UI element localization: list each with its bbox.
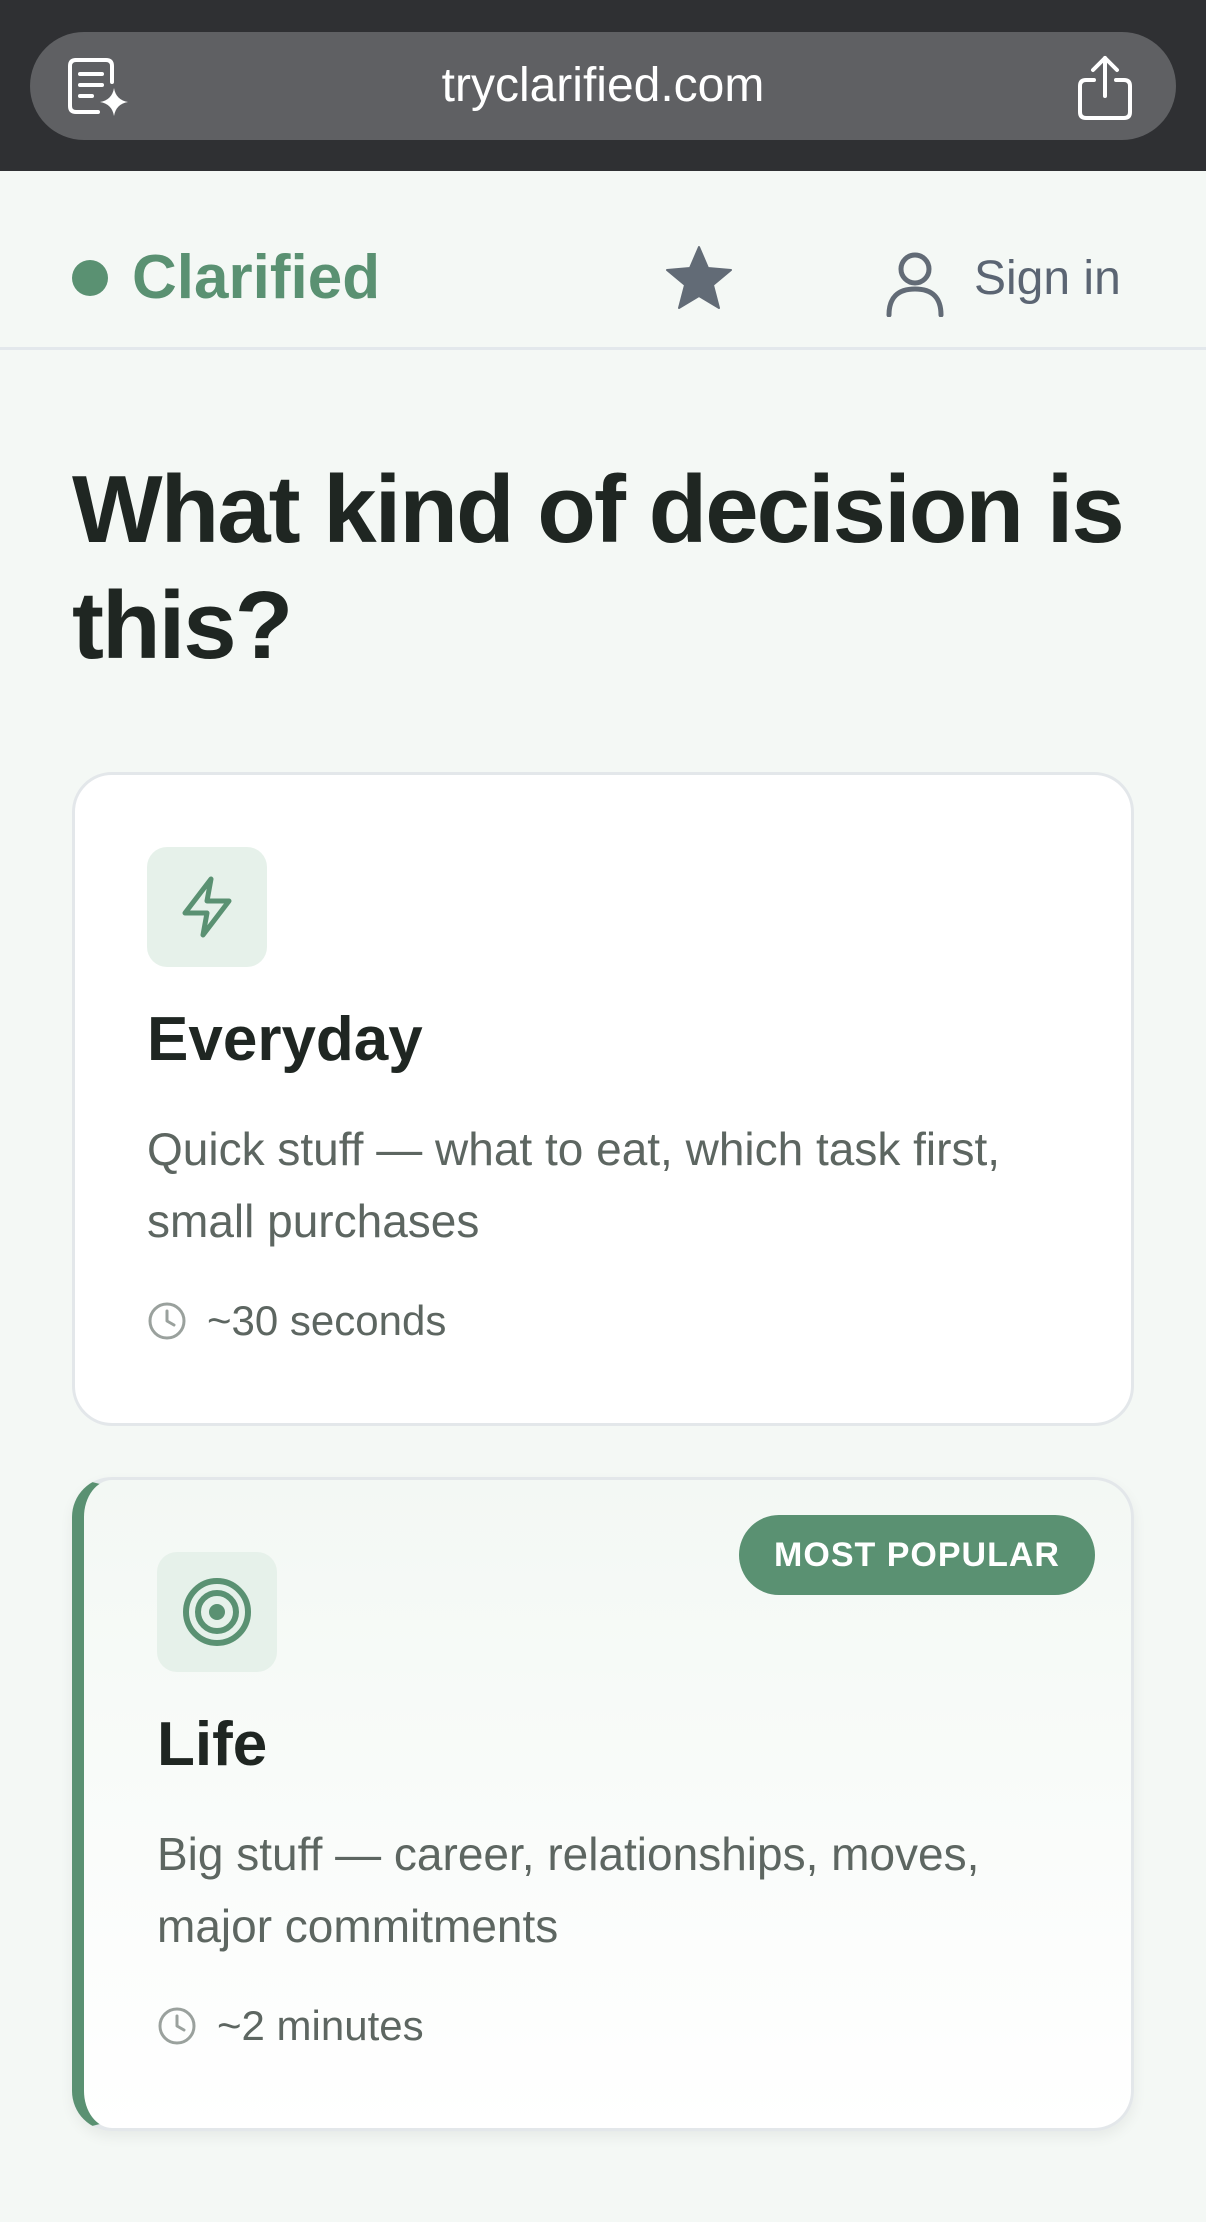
lightning-icon bbox=[182, 876, 232, 938]
duration-text: ~30 seconds bbox=[207, 1297, 447, 1344]
card-description: Quick stuff — what to eat, which task fi… bbox=[147, 1123, 1001, 1247]
user-icon[interactable] bbox=[884, 251, 946, 317]
card-title: Life bbox=[157, 1710, 268, 1779]
browser-toolbar: tryclarified.com bbox=[0, 0, 1206, 171]
clock-icon bbox=[148, 1302, 186, 1340]
share-icon[interactable] bbox=[1076, 54, 1134, 120]
site-header: Clarified Sign in bbox=[0, 171, 1206, 350]
duration-text: ~2 minutes bbox=[217, 2002, 424, 2049]
card-icon-box bbox=[147, 847, 267, 967]
target-icon bbox=[183, 1578, 251, 1646]
url-text[interactable]: tryclarified.com bbox=[0, 32, 1206, 140]
brand-dot-icon bbox=[72, 260, 108, 296]
decision-card-everyday[interactable]: Everyday Quick stuff — what to eat, whic… bbox=[72, 772, 1134, 1426]
card-title: Everyday bbox=[147, 1005, 423, 1074]
clock-icon bbox=[158, 2007, 196, 2045]
star-icon[interactable] bbox=[664, 243, 734, 313]
card-icon-box bbox=[157, 1552, 277, 1672]
most-popular-badge: MOST POPULAR bbox=[739, 1515, 1095, 1595]
card-description: Big stuff — career, relationships, moves… bbox=[157, 1828, 980, 1952]
sign-in-link[interactable]: Sign in bbox=[974, 251, 1121, 307]
brand-logo[interactable]: Clarified bbox=[132, 241, 380, 315]
page-title: What kind of decision is this? bbox=[72, 456, 1125, 679]
decision-card-life[interactable]: MOST POPULAR Life Big stuff — career, re… bbox=[72, 1477, 1134, 2131]
